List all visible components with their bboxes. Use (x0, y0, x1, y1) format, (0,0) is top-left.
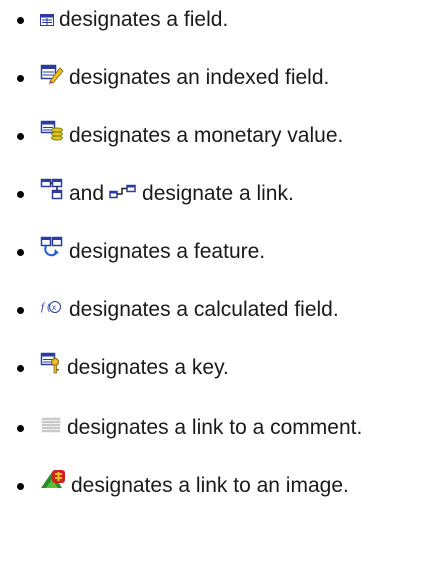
list-item: designates a field. (0, 2, 438, 38)
bullet (17, 75, 24, 82)
item-text: designates a link to a comment. (67, 416, 363, 439)
bullet (17, 483, 24, 490)
indexed-field-icon (40, 60, 64, 96)
list-item: designates a monetary value. (0, 118, 438, 154)
svg-text:(: ( (47, 302, 50, 312)
item-text: designates an indexed field. (69, 66, 330, 89)
field-icon (40, 2, 54, 38)
image-link-icon (40, 468, 66, 504)
item-text: designates a key. (67, 356, 229, 379)
bullet (17, 425, 24, 432)
item-text: designates a calculated field. (69, 298, 339, 321)
list-item: designates a feature. (0, 234, 438, 270)
item-text: designates a link to an image. (71, 474, 349, 497)
monetary-value-icon (40, 118, 64, 154)
list-item: designates a key. (0, 350, 438, 386)
list-item: f x ( designates a calculated field. (0, 292, 438, 328)
link-icon (40, 176, 64, 212)
calculated-field-icon: f x ( (40, 292, 64, 328)
item-text: designates a monetary value. (69, 124, 344, 147)
item-text: designates a feature. (69, 240, 266, 263)
list-item: and designate a link. (0, 176, 438, 212)
bullet (17, 249, 24, 256)
svg-text:f: f (41, 301, 46, 313)
bullet (17, 133, 24, 140)
key-icon (40, 350, 62, 386)
bullet (17, 365, 24, 372)
item-and-text: and (69, 182, 105, 205)
link-alt-icon (109, 176, 137, 212)
svg-text:x: x (52, 303, 56, 312)
bullet (17, 307, 24, 314)
icon-legend-list: designates a field. designates an indexe… (0, 0, 438, 568)
feature-icon (40, 234, 64, 270)
bullet (17, 17, 24, 24)
list-item: designates a link to a comment. (0, 410, 438, 446)
item-text: designate a link. (142, 182, 294, 205)
bullet (17, 191, 24, 198)
comment-link-icon (40, 410, 62, 446)
list-item: designates a link to an image. (0, 468, 438, 504)
item-text: designates a field. (59, 8, 229, 31)
list-item: designates an indexed field. (0, 60, 438, 96)
